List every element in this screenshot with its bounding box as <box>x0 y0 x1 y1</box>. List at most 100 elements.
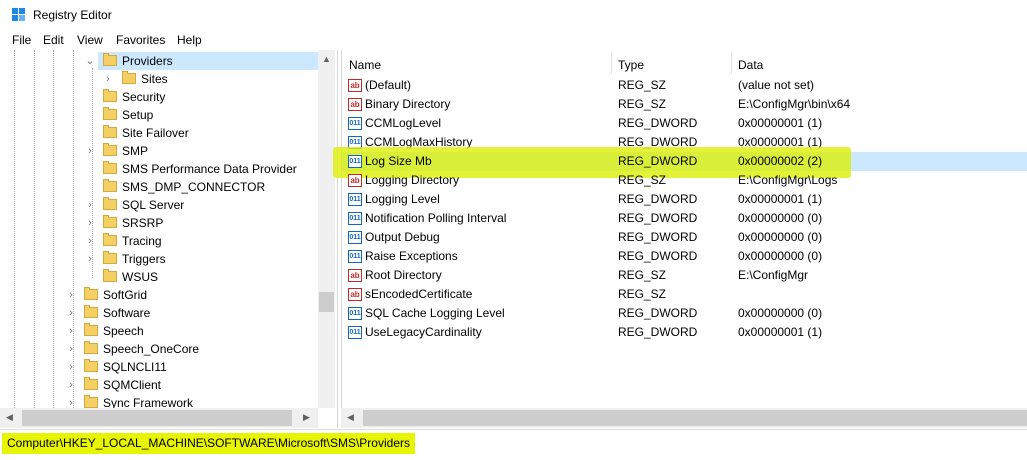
value-name: SQL Cache Logging Level <box>365 306 505 320</box>
column-separator[interactable] <box>731 52 732 74</box>
expand-chevron-icon[interactable]: › <box>84 142 96 160</box>
folder-icon <box>103 161 117 174</box>
tree-vertical-scrollbar[interactable]: ▲ <box>318 50 335 408</box>
tree-guide-line <box>53 50 54 408</box>
expand-chevron-icon[interactable]: › <box>65 340 77 358</box>
value-row[interactable]: 011 Output Debug REG_DWORD 0x00000000 (0… <box>342 228 1027 247</box>
value-row[interactable]: ab Binary Directory REG_SZ E:\ConfigMgr\… <box>342 95 1027 114</box>
dword-value-icon: 011 <box>348 326 362 339</box>
tree-node-wsus[interactable]: WSUS <box>84 268 314 286</box>
menu-help[interactable]: Help <box>177 33 202 47</box>
folder-icon <box>84 305 98 318</box>
tree-node-label: Tracing <box>122 234 162 248</box>
value-row[interactable]: ab (Default) REG_SZ (value not set) <box>342 76 1027 95</box>
value-row[interactable]: ab Root Directory REG_SZ E:\ConfigMgr <box>342 266 1027 285</box>
tree-node-softgrid[interactable]: › SoftGrid <box>65 286 315 304</box>
tree-horizontal-scrollbar[interactable]: ◀ ▶ <box>0 408 318 428</box>
value-row[interactable]: ab sEncodedCertificate REG_SZ <box>342 285 1027 304</box>
tree-node-speech-onecore[interactable]: › Speech_OneCore <box>65 340 315 358</box>
column-header-data[interactable]: Data <box>738 58 763 72</box>
list-horizontal-scrollbar[interactable]: ◀ <box>341 408 1027 428</box>
menu-edit[interactable]: Edit <box>43 33 64 47</box>
tree-node-speech[interactable]: › Speech <box>65 322 315 340</box>
value-type: REG_SZ <box>618 78 667 92</box>
expand-chevron-icon[interactable]: › <box>65 376 77 394</box>
value-data: 0x00000002 (2) <box>738 154 823 168</box>
value-name: Root Directory <box>365 268 442 282</box>
menu-favorites[interactable]: Favorites <box>116 33 165 47</box>
value-data: 0x00000000 (0) <box>738 230 823 244</box>
folder-icon <box>84 377 98 390</box>
folder-icon <box>103 107 117 120</box>
value-row[interactable]: 011 Notification Polling Interval REG_DW… <box>342 209 1027 228</box>
dword-value-icon: 011 <box>348 155 362 168</box>
expand-chevron-icon[interactable]: › <box>84 250 96 268</box>
expand-chevron-icon[interactable]: › <box>65 286 77 304</box>
expand-chevron-icon[interactable]: › <box>84 196 96 214</box>
tree-node-software[interactable]: › Software <box>65 304 315 322</box>
expand-chevron-icon[interactable]: › <box>65 358 77 376</box>
scroll-left-arrow-icon[interactable]: ◀ <box>6 412 13 423</box>
folder-icon <box>122 71 136 84</box>
tree-node-sites[interactable]: › Sites <box>102 70 302 88</box>
tree-node-srsrp[interactable]: › SRSRP <box>84 214 314 232</box>
folder-icon <box>103 215 117 228</box>
expand-chevron-icon[interactable]: › <box>84 232 96 250</box>
column-header-type[interactable]: Type <box>618 58 644 72</box>
expand-chevron-icon[interactable]: › <box>102 70 114 88</box>
tree-node-tracing[interactable]: › Tracing <box>84 232 314 250</box>
tree-guide-line <box>34 50 35 408</box>
dword-value-icon: 011 <box>348 117 362 130</box>
string-value-icon: ab <box>348 98 362 111</box>
tree-node-label: SQLNCLI11 <box>103 360 167 374</box>
scroll-right-arrow-icon[interactable]: ▶ <box>303 412 310 423</box>
tree-node-sql-server[interactable]: › SQL Server <box>84 196 314 214</box>
tree-node-label: Setup <box>122 108 154 122</box>
tree-node-setup[interactable]: Setup <box>84 106 314 124</box>
tree-hscrollbar-thumb[interactable] <box>22 410 292 426</box>
tree-node-security[interactable]: Security <box>84 88 314 106</box>
list-hscrollbar-thumb[interactable] <box>363 410 1027 426</box>
value-row[interactable]: 011 Logging Level REG_DWORD 0x00000001 (… <box>342 190 1027 209</box>
value-name: CCMLogLevel <box>365 116 442 130</box>
tree-node-sms-dmp-connector[interactable]: SMS_DMP_CONNECTOR <box>84 178 314 196</box>
tree-scrollbar-thumb[interactable] <box>319 292 334 312</box>
collapse-chevron-icon[interactable]: ⌄ <box>84 52 96 70</box>
tree-node-triggers[interactable]: › Triggers <box>84 250 314 268</box>
folder-icon <box>103 251 117 264</box>
folder-icon <box>103 269 117 282</box>
value-row[interactable]: 011 CCMLogLevel REG_DWORD 0x00000001 (1) <box>342 114 1027 133</box>
folder-icon <box>103 143 117 156</box>
tree-node-site-failover[interactable]: Site Failover <box>84 124 314 142</box>
expand-chevron-icon[interactable]: › <box>65 322 77 340</box>
tree-node-sms-performance-data-provider[interactable]: SMS Performance Data Provider <box>84 160 314 178</box>
tree-node-smp[interactable]: › SMP <box>84 142 314 160</box>
expand-chevron-icon[interactable]: › <box>84 214 96 232</box>
registry-tree-pane[interactable]: Providers ⌄ › Sites Security Setup Site … <box>0 50 338 428</box>
value-type: REG_DWORD <box>618 230 698 244</box>
expand-chevron-icon[interactable]: › <box>65 304 77 322</box>
value-type: REG_SZ <box>618 287 667 301</box>
value-name: UseLegacyCardinality <box>365 325 482 339</box>
column-header-name[interactable]: Name <box>349 58 381 72</box>
string-value-icon: ab <box>348 79 362 92</box>
value-row[interactable]: 011 SQL Cache Logging Level REG_DWORD 0x… <box>342 304 1027 323</box>
tree-node-providers[interactable]: Providers <box>98 52 318 70</box>
registry-editor-icon <box>12 8 26 22</box>
value-type: REG_DWORD <box>618 154 698 168</box>
value-row[interactable]: ab Logging Directory REG_SZ E:\ConfigMgr… <box>342 171 1027 190</box>
value-row[interactable]: 011 UseLegacyCardinality REG_DWORD 0x000… <box>342 323 1027 342</box>
value-data: 0x00000000 (0) <box>738 211 823 225</box>
column-separator[interactable] <box>611 52 612 74</box>
tree-node-label: Security <box>122 90 166 104</box>
menu-view[interactable]: View <box>77 33 103 47</box>
scroll-up-arrow-icon[interactable]: ▲ <box>322 54 331 64</box>
tree-node-sqmclient[interactable]: › SQMClient <box>65 376 315 394</box>
value-name: Raise Exceptions <box>365 249 458 263</box>
value-row-log-size-mb[interactable]: 011 Log Size Mb REG_DWORD 0x00000002 (2) <box>342 152 1027 171</box>
folder-icon <box>103 89 117 102</box>
value-row[interactable]: 011 Raise Exceptions REG_DWORD 0x0000000… <box>342 247 1027 266</box>
menu-file[interactable]: File <box>12 33 31 47</box>
scroll-left-arrow-icon[interactable]: ◀ <box>347 412 354 423</box>
tree-node-sqlncli11[interactable]: › SQLNCLI11 <box>65 358 315 376</box>
